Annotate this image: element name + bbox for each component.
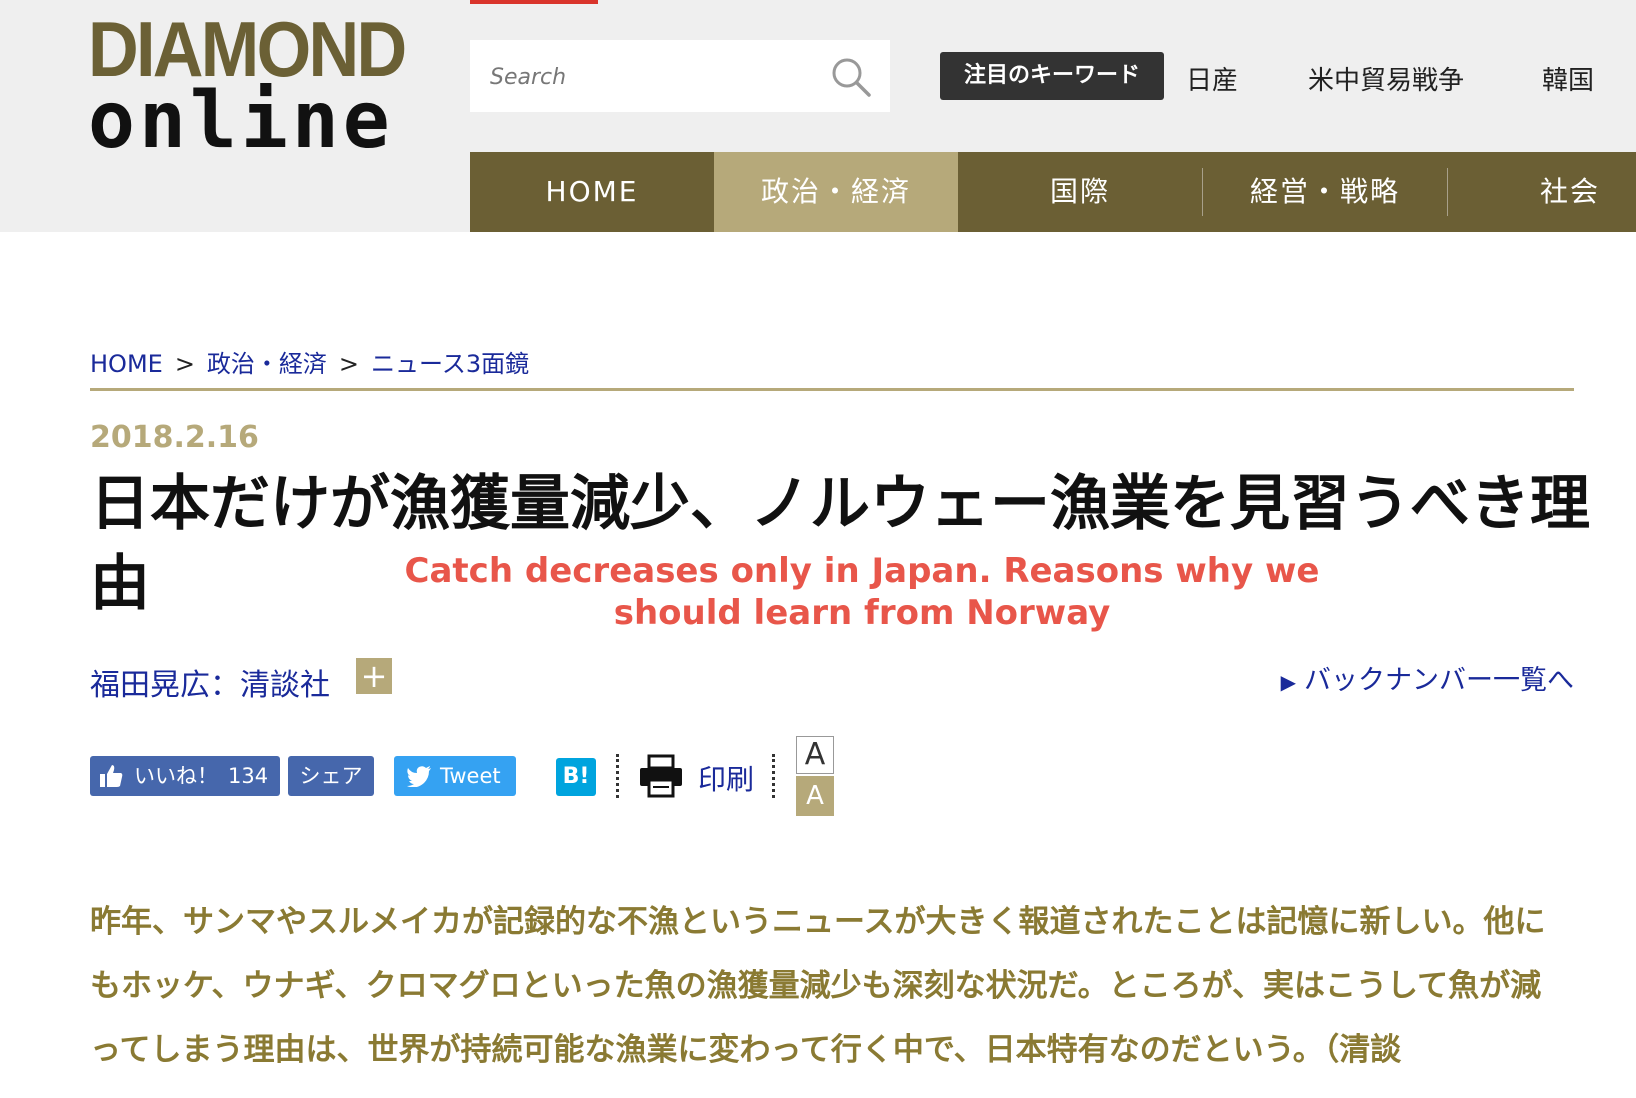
like-label: いいね！ xyxy=(134,764,218,788)
facebook-like-button[interactable]: いいね！ 134 xyxy=(90,756,280,796)
hatena-bookmark-button[interactable]: B! xyxy=(556,758,596,796)
site-logo[interactable]: DIAMOND online xyxy=(88,10,440,160)
facebook-share-button[interactable]: シェア xyxy=(288,756,374,796)
breadcrumb-news[interactable]: ニュース3面鏡 xyxy=(371,350,529,378)
twitter-bird-icon xyxy=(407,766,431,787)
breadcrumb-home[interactable]: HOME xyxy=(90,350,163,378)
main-nav: HOME 政治・経済 国際 経営・戦略 社会 xyxy=(470,152,1636,232)
keyword-link[interactable]: 韓国 xyxy=(1542,60,1594,97)
backnumber-link[interactable]: ▶ バックナンバー一覧へ xyxy=(1281,658,1574,697)
breadcrumb-politics-economy[interactable]: 政治・経済 xyxy=(207,350,327,378)
printer-icon[interactable] xyxy=(638,754,684,798)
keyword-label: 注目のキーワード xyxy=(940,52,1164,100)
plus-icon[interactable]: + xyxy=(356,658,392,694)
tweet-label: Tweet xyxy=(440,764,501,788)
font-size-small-button[interactable]: A xyxy=(796,776,834,816)
breadcrumb-divider xyxy=(90,388,1574,391)
search-icon[interactable] xyxy=(830,56,872,98)
breadcrumb: HOME > 政治・経済 > ニュース3面鏡 xyxy=(90,344,529,379)
tweet-button[interactable]: Tweet xyxy=(394,756,516,796)
search-box xyxy=(470,40,890,112)
article-lead: 昨年、サンマやスルメイカが記録的な不漁というニュースが大きく報道されたことは記憶… xyxy=(90,904,1546,1068)
site-header: DIAMOND online 注目のキーワード 日産 米中貿易戦争 韓国 HOM… xyxy=(0,0,1636,232)
divider-dotted xyxy=(772,754,775,798)
author-link[interactable]: 福田晃広：清談社 xyxy=(90,660,330,704)
breadcrumb-separator: > xyxy=(174,350,195,378)
play-triangle-icon: ▶ xyxy=(1280,670,1296,694)
nav-society[interactable]: 社会 xyxy=(1448,152,1636,232)
print-link[interactable]: 印刷 xyxy=(698,758,754,798)
search-input[interactable] xyxy=(488,58,822,96)
translation-annotation: Catch decreases only in Japan. Reasons w… xyxy=(404,551,1320,633)
nav-home[interactable]: HOME xyxy=(470,152,714,232)
breadcrumb-separator: > xyxy=(338,350,360,378)
header-accent-line xyxy=(470,0,598,4)
nav-international[interactable]: 国際 xyxy=(958,152,1202,232)
logo-online: online xyxy=(88,76,394,166)
like-count: 134 xyxy=(228,764,269,788)
nav-management-strategy[interactable]: 経営・戦略 xyxy=(1203,152,1447,232)
divider-dotted xyxy=(616,754,619,798)
thumbs-up-icon xyxy=(100,765,123,787)
nav-politics-economy[interactable]: 政治・経済 xyxy=(714,152,958,232)
backnumber-label: バックナンバー一覧へ xyxy=(1304,665,1574,696)
font-size-large-button[interactable]: A xyxy=(796,736,834,774)
keyword-link[interactable]: 米中貿易戦争 xyxy=(1308,60,1464,97)
keyword-link[interactable]: 日産 xyxy=(1186,60,1238,97)
logo-diamond: DIAMOND xyxy=(88,5,407,93)
article-date: 2018.2.16 xyxy=(90,420,259,455)
